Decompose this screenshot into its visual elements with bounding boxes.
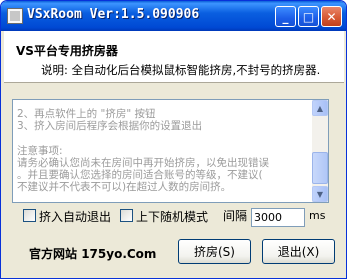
grab-room-button[interactable]: 挤房(S) — [178, 239, 251, 264]
random-mode-label[interactable]: 上下随机模式 — [136, 208, 208, 225]
instructions-text: 2、再点软件上的 "挤房" 按钮 3、挤入房间后程序会根据你的设置退出 注意事项… — [17, 108, 311, 194]
header-panel: VS平台专用挤房器 说明: 全自动化后台模拟鼠标智能挤房,不封号的挤房器. — [4, 31, 344, 83]
instruction-line: 2、再点软件上的 "挤房" 按钮 — [17, 108, 156, 120]
instruction-line: 。并且要确认您选择的房间适合账号的等级，不建议( — [17, 169, 263, 182]
website-info: 官方网站 175yo.Com — [29, 245, 156, 262]
instruction-line: 3、挤入房间后程序会根据你的设置退出 — [17, 120, 203, 133]
instruction-blank-line — [17, 133, 311, 145]
interval-unit: ms — [309, 209, 326, 222]
auto-exit-checkbox[interactable] — [23, 209, 36, 222]
scroll-up-button[interactable]: ▲ — [312, 100, 328, 116]
instruction-line: 不建议并不代表不可以)在超过人数的房间挤。 — [17, 181, 232, 194]
close-button[interactable]: ✕ — [321, 6, 342, 27]
random-mode-checkbox[interactable] — [120, 209, 133, 222]
maximize-icon: □ — [302, 9, 315, 24]
window-title: VSxRoom Ver:1.5.090906 — [27, 7, 200, 22]
instructions-textbox[interactable]: 2、再点软件上的 "挤房" 按钮 3、挤入房间后程序会根据你的设置退出 注意事项… — [12, 99, 329, 203]
header-description: 说明: 全自动化后台模拟鼠标智能挤房,不封号的挤房器. — [41, 63, 321, 77]
website-link[interactable]: 175yo.Com — [81, 247, 156, 261]
app-icon — [7, 8, 23, 24]
maximize-button[interactable]: □ — [298, 6, 319, 27]
interval-label: 间隔 — [223, 209, 248, 223]
vertical-scrollbar[interactable]: ▲ ▼ — [312, 100, 328, 202]
website-label: 官方网站 — [29, 247, 78, 261]
interval-input[interactable]: 3000 — [251, 208, 305, 227]
app-window: VSxRoom Ver:1.5.090906 _ □ ✕ VS平台专用挤房器 说… — [0, 0, 347, 279]
scroll-thumb[interactable] — [312, 152, 328, 184]
instruction-line: 请务必确认您尚未在房间中再开始挤房，以免出现错误 — [17, 156, 269, 169]
close-icon: ✕ — [326, 9, 337, 24]
exit-button[interactable]: 退出(X) — [262, 239, 335, 264]
scroll-up-icon: ▲ — [316, 103, 324, 113]
auto-exit-label[interactable]: 挤入自动退出 — [39, 208, 111, 225]
scroll-down-icon: ▼ — [316, 189, 324, 199]
header-title: VS平台专用挤房器 — [16, 44, 118, 58]
minimize-button[interactable]: _ — [275, 6, 296, 27]
minimize-icon: _ — [282, 9, 289, 24]
scroll-down-button[interactable]: ▼ — [312, 186, 328, 202]
instruction-line: 注意事项: — [17, 144, 63, 157]
title-bar[interactable]: VSxRoom Ver:1.5.090906 _ □ ✕ — [1, 1, 346, 31]
